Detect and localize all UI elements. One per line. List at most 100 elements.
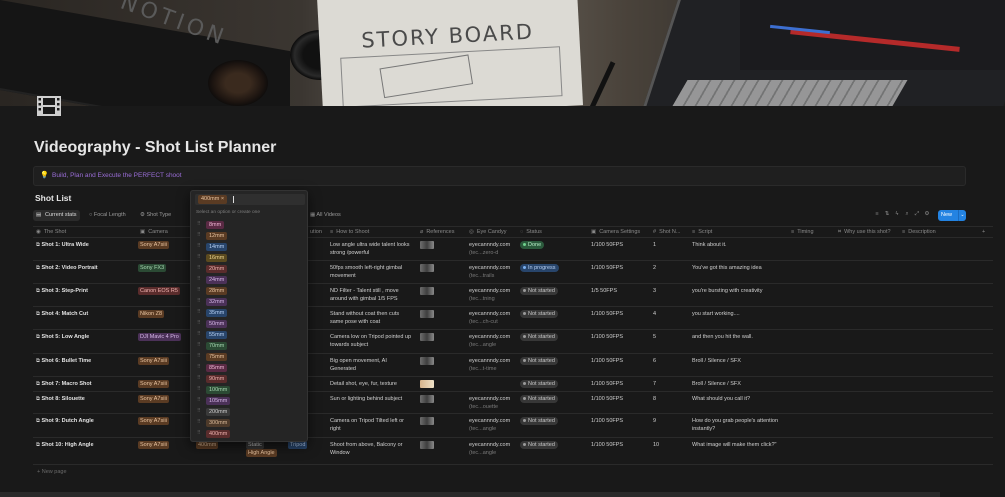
eye-candy-cell[interactable]: eyecannndy.com (tec...ouette	[466, 392, 518, 411]
eye-candy-link[interactable]: eyecannndy.com	[469, 357, 515, 365]
sort-icon[interactable]: ⇅	[882, 211, 892, 217]
why-use-cell[interactable]	[835, 354, 899, 376]
reference-thumbnail[interactable]	[420, 241, 434, 249]
table-row[interactable]: ⧉ Shot 4: Match Cut Nikon Z8 Stand witho…	[33, 307, 993, 330]
why-use-cell[interactable]	[835, 261, 899, 283]
how-to-shoot-cell[interactable]: Sun or lighting behind subject	[327, 392, 417, 403]
dropdown-option[interactable]: ⠿ 75mm	[195, 352, 305, 363]
script-cell[interactable]: What image will make them click?"	[689, 438, 785, 449]
drag-handle-icon[interactable]: ⠿	[197, 430, 201, 436]
dropdown-option[interactable]: ⠿ 400mm	[195, 429, 305, 440]
reference-thumbnail[interactable]	[420, 380, 434, 388]
filter-icon[interactable]: ≡	[872, 211, 882, 217]
film-icon[interactable]	[36, 95, 62, 117]
references-cell[interactable]	[417, 238, 465, 252]
camera-cell[interactable]: Sony A7siii	[135, 392, 193, 403]
dropdown-option[interactable]: ⠿ 85mm	[195, 363, 305, 374]
how-to-shoot-cell[interactable]: Detail shot, eye, fur, texture	[327, 377, 417, 388]
drag-handle-icon[interactable]: ⠿	[197, 287, 201, 293]
shot-name-cell[interactable]: ⧉ Shot 4: Match Cut	[33, 307, 137, 318]
references-cell[interactable]	[417, 438, 465, 452]
dropdown-option[interactable]: ⠿ 300mm	[195, 418, 305, 429]
column-header-shot-number[interactable]: # Shot N...	[650, 227, 680, 238]
script-cell[interactable]: What should you call it?	[689, 392, 785, 403]
why-use-cell[interactable]	[835, 414, 899, 437]
references-cell[interactable]	[417, 261, 465, 275]
camera-settings-cell[interactable]: 1/5 50FPS	[588, 284, 650, 295]
how-to-shoot-cell[interactable]: Camera low on Tripod pointed up towards …	[327, 330, 417, 349]
timing-cell[interactable]	[788, 377, 835, 391]
script-cell[interactable]: and then you hit the wall.	[689, 330, 785, 341]
status-cell[interactable]: Not started	[517, 392, 587, 403]
timing-cell[interactable]	[788, 238, 835, 260]
drag-handle-icon[interactable]: ⠿	[197, 408, 201, 414]
shot-name-cell[interactable]: ⧉ Shot 1: Ultra Wide	[33, 238, 137, 249]
camera-cell[interactable]: Nikon Z8	[135, 307, 193, 318]
shot-name-cell[interactable]: ⧉ Shot 6: Bullet Time	[33, 354, 137, 365]
callout-block[interactable]: 💡 Build, Plan and Execute the PERFECT sh…	[33, 166, 966, 186]
eye-candy-cell[interactable]: eyecannndy.com (tec...ch-cut	[466, 307, 518, 326]
script-cell[interactable]: Think about it.	[689, 238, 785, 249]
eye-candy-link[interactable]: eyecannndy.com	[469, 310, 515, 318]
camera-cell[interactable]: Sony A7siii	[135, 377, 193, 388]
dropdown-option[interactable]: ⠿ 20mm	[195, 264, 305, 275]
description-cell[interactable]	[899, 414, 979, 437]
close-icon[interactable]: ×	[221, 196, 224, 202]
script-cell[interactable]: How do you grab people's attention insta…	[689, 414, 785, 433]
drag-handle-icon[interactable]: ⠿	[197, 342, 201, 348]
table-row[interactable]: ⧉ Shot 1: Ultra Wide Sony A7siii Low ang…	[33, 238, 993, 261]
description-cell[interactable]	[899, 377, 979, 391]
column-header-resolution[interactable]: ution	[307, 227, 322, 238]
how-to-shoot-cell[interactable]: 50fps smooth left-right gimbal movement	[327, 261, 417, 280]
reference-thumbnail[interactable]	[420, 417, 434, 425]
drag-handle-icon[interactable]: ⠿	[197, 364, 201, 370]
camera-settings-cell[interactable]: 1/100 50FPS	[588, 438, 650, 449]
camera-settings-cell[interactable]: 1/100 50FPS	[588, 392, 650, 403]
camera-cell[interactable]: DJI Mavic 4 Pro	[135, 330, 193, 341]
column-header-why-use[interactable]: ⌗ Why use this shot?	[835, 227, 891, 238]
shot-name-cell[interactable]: ⧉ Shot 5: Low Angle	[33, 330, 137, 341]
dropdown-option[interactable]: ⠿ 100mm	[195, 385, 305, 396]
add-column-icon[interactable]: +	[979, 227, 985, 238]
status-cell[interactable]: Not started	[517, 284, 587, 295]
dropdown-option[interactable]: ⠿ 32mm	[195, 297, 305, 308]
shot-name-cell[interactable]: ⧉ Shot 2: Video Portrait	[33, 261, 137, 272]
shot-number-cell[interactable]: 1	[650, 238, 688, 249]
description-cell[interactable]	[899, 238, 979, 260]
camera-cell[interactable]: Sony A7siii	[135, 354, 193, 365]
shot-name-cell[interactable]: ⧉ Shot 9: Dutch Angle	[33, 414, 137, 425]
drag-handle-icon[interactable]: ⠿	[197, 375, 201, 381]
shot-name-cell[interactable]: ⧉ Shot 3: Step-Print	[33, 284, 137, 295]
eye-candy-link[interactable]: eyecannndy.com	[469, 395, 515, 403]
status-cell[interactable]: Not started	[517, 354, 587, 365]
shot-name-cell[interactable]: ⧉ Shot 10: High Angle	[33, 438, 137, 449]
eye-candy-cell[interactable]: eyecannndy.com (tec...angle	[466, 330, 518, 349]
eye-candy-cell[interactable]: eyecannndy.com (tec...zero-d	[466, 238, 518, 257]
drag-handle-icon[interactable]: ⠿	[197, 309, 201, 315]
shot-number-cell[interactable]: 5	[650, 330, 688, 341]
column-header-references[interactable]: ⌀ References	[417, 227, 454, 238]
dropdown-option[interactable]: ⠿ 55mm	[195, 330, 305, 341]
script-cell[interactable]: you're bursting with creativity	[689, 284, 785, 295]
reference-thumbnail[interactable]	[420, 264, 434, 272]
shot-number-cell[interactable]: 6	[650, 354, 688, 365]
column-header-shot[interactable]: ◉ The Shot	[33, 227, 66, 238]
camera-settings-cell[interactable]: 1/100 50FPS	[588, 307, 650, 318]
drag-handle-icon[interactable]: ⠿	[197, 331, 201, 337]
why-use-cell[interactable]	[835, 377, 899, 391]
camera-settings-cell[interactable]: 1/100 50FPS	[588, 261, 650, 272]
description-cell[interactable]	[899, 392, 979, 413]
drag-handle-icon[interactable]: ⠿	[197, 276, 201, 282]
column-header-description[interactable]: ≡ Description	[899, 227, 936, 238]
how-to-shoot-cell[interactable]: Camera on Tripod Tilted left or right	[327, 414, 417, 433]
references-cell[interactable]	[417, 377, 465, 391]
drag-handle-icon[interactable]: ⠿	[197, 320, 201, 326]
dropdown-option[interactable]: ⠿ 8mm	[195, 220, 305, 231]
timing-cell[interactable]	[788, 414, 835, 437]
shot-number-cell[interactable]: 10	[650, 438, 688, 449]
drag-handle-icon[interactable]: ⠿	[197, 298, 201, 304]
column-header-timing[interactable]: ≡ Timing	[788, 227, 814, 238]
column-header-script[interactable]: ≡ Script	[689, 227, 712, 238]
shot-name-cell[interactable]: ⧉ Shot 8: Silouette	[33, 392, 137, 403]
timing-cell[interactable]	[788, 284, 835, 306]
